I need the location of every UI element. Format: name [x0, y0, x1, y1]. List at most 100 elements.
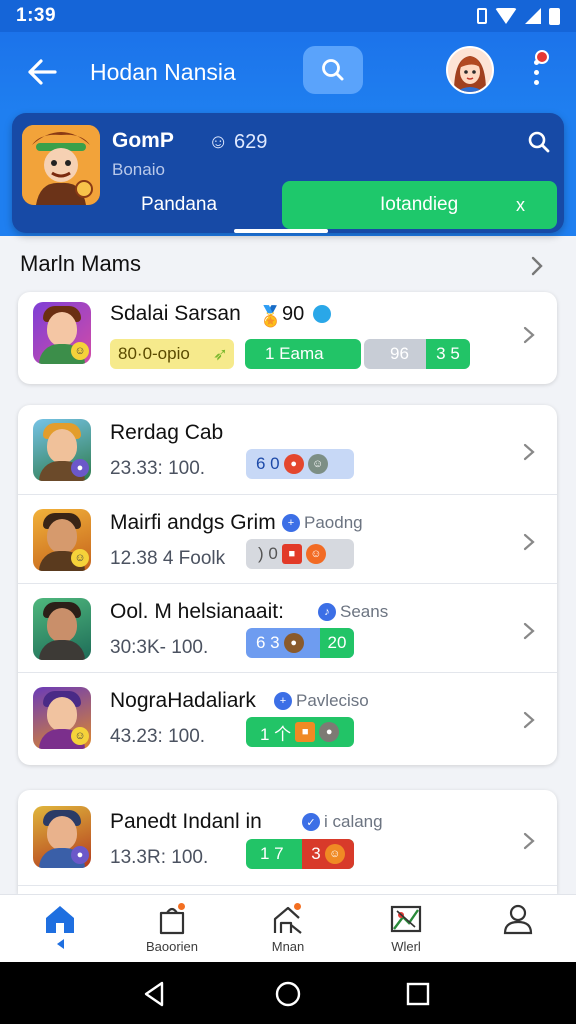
system-recents-button[interactable] [404, 980, 434, 1008]
featured-card[interactable]: ☺ Sdalai Sarsan 🏅 90 80·0-opio ➶ 1 Eama … [18, 292, 557, 384]
tab-iotandieg[interactable]: Iotandieg x [282, 181, 557, 229]
item-meta: 12.38 4 Foolk [110, 548, 226, 569]
featured-title: Sdalai Sarsan [110, 302, 241, 325]
avatar[interactable] [446, 46, 494, 94]
tag-icon: + [274, 692, 292, 710]
close-icon[interactable]: x [516, 195, 525, 216]
bag-icon [155, 901, 189, 935]
flag-icon: ■ [281, 544, 302, 564]
tab-label: Iotandieg [380, 194, 459, 215]
nav-label: Baoorien [145, 939, 199, 954]
game-character-icon [22, 125, 100, 205]
item-meta: 23.33: 100. [110, 458, 206, 479]
pill-tail-label: 3 [311, 844, 321, 863]
verified-icon [313, 305, 331, 323]
system-back-button[interactable] [142, 980, 172, 1008]
item-icon: ● [33, 806, 91, 868]
item-icon: ☺ [33, 509, 91, 571]
pill-label: ) 0 [258, 544, 278, 563]
list-item[interactable]: ☺ Mairfi andgs Grim + Paodng 12.38 4 Fool… [18, 495, 557, 584]
triangle-back-icon [144, 981, 164, 1007]
tab-indicator [234, 229, 328, 233]
system-home-button[interactable] [273, 980, 303, 1008]
pill-label: 1 个 [260, 724, 292, 744]
back-button[interactable] [22, 52, 62, 92]
face-icon: ● [319, 722, 340, 742]
list-item[interactable]: ● Panedt Indanl in ✓ i calang 13.3R: 100.… [18, 790, 557, 886]
item-pill: 6 0 ● ☺ [246, 449, 354, 479]
list-item[interactable]: Ool. M helsianaait: ♪ Seans 30:3K- 100. 6… [18, 584, 557, 673]
search-icon [528, 131, 550, 153]
notification-badge [292, 901, 303, 912]
face-shape [47, 608, 77, 642]
item-tag: ♪ Seans [318, 602, 388, 622]
item-tag: ✓ i calang [302, 812, 383, 832]
card-search-button[interactable] [522, 125, 556, 159]
pill-label: 1 Eama [265, 344, 324, 363]
nav-wlerl[interactable]: Wlerl [358, 895, 454, 963]
face-shape [47, 519, 77, 553]
nav-home[interactable] [12, 895, 108, 963]
section-title: Marln Mams [20, 251, 142, 276]
divider [18, 885, 557, 886]
gift-icon: ■ [295, 722, 316, 742]
face-icon: ☺ [305, 544, 326, 564]
nav-profile[interactable] [470, 895, 566, 963]
nav-baoorien[interactable]: Baoorien [124, 895, 220, 963]
active-indicator-icon [56, 939, 64, 949]
item-pill: 6 3 ● 20 [246, 628, 354, 658]
leaf-icon: ➶ [212, 343, 228, 364]
notification-badge [176, 901, 187, 912]
status-icons [477, 7, 560, 25]
battery-icon [549, 7, 560, 25]
chevron-right-icon [523, 711, 535, 729]
face-icon: ☺ [324, 844, 345, 864]
list-item[interactable]: ● Rerdag Cab 23.33: 100. 6 0 ● ☺ [18, 405, 557, 495]
item-tag: + Paodng [282, 513, 363, 533]
map-icon [389, 903, 423, 935]
list-item[interactable]: ☺ NograHadaliark + Pavleciso 43.23: 100. … [18, 673, 557, 765]
more-dot-icon [533, 69, 539, 75]
chevron-right-icon [523, 326, 535, 344]
pill-tail: 20 [320, 628, 354, 658]
nav-mnan[interactable]: Mnan [240, 895, 336, 963]
item-title: Panedt Indanl in [110, 810, 262, 833]
tab-pandana[interactable]: Pandana [104, 183, 254, 227]
face-shape [47, 816, 77, 850]
chevron-right-icon [523, 533, 535, 551]
item-icon: ☺ [33, 687, 91, 749]
item-meta: 13.3R: 100. [110, 847, 209, 868]
chevron-right-icon [523, 443, 535, 461]
pill-label: 96 [390, 344, 409, 363]
pill-label: 6 3 [256, 633, 280, 652]
pill-label: 80·0-opio [118, 344, 190, 363]
item-pill: 1 7 3 ☺ [246, 839, 354, 869]
face-shape [47, 312, 77, 346]
page-title: Hodan Nansia [90, 58, 236, 85]
trophy-icon: 🏅 [258, 306, 283, 328]
chevron-right-icon [531, 256, 543, 276]
badge-icon: ● [71, 846, 89, 864]
home-icon [43, 903, 77, 935]
house-flag-icon [271, 901, 305, 935]
pill-label: 1 7 [260, 844, 284, 863]
tag-icon: + [282, 514, 300, 532]
tag-label: Paodng [304, 513, 363, 532]
game-score: ☺ 629 [208, 131, 268, 153]
coin-icon: ● [283, 633, 304, 653]
face-shape [47, 429, 77, 463]
game-card[interactable]: GomP ☺ 629 Bonaio Pandana Iotandieg x [12, 113, 564, 233]
tomato-icon: ● [283, 454, 304, 474]
user-avatar-icon [448, 48, 492, 92]
search-button[interactable] [303, 46, 363, 94]
pill-green: 1 Eama [245, 339, 361, 369]
last-card: ● Panedt Indanl in ✓ i calang 13.3R: 100.… [18, 790, 557, 894]
search-icon [322, 59, 344, 81]
status-time: 1:39 [16, 5, 57, 26]
item-title: Ool. M helsianaait: [110, 600, 284, 623]
section-header[interactable]: Marln Mams [0, 240, 576, 288]
face-icon: ☺ [307, 454, 328, 474]
square-recents-icon [406, 982, 430, 1006]
pill-yellow: 80·0-opio ➶ [110, 339, 234, 369]
tab-label: Pandana [140, 194, 218, 215]
